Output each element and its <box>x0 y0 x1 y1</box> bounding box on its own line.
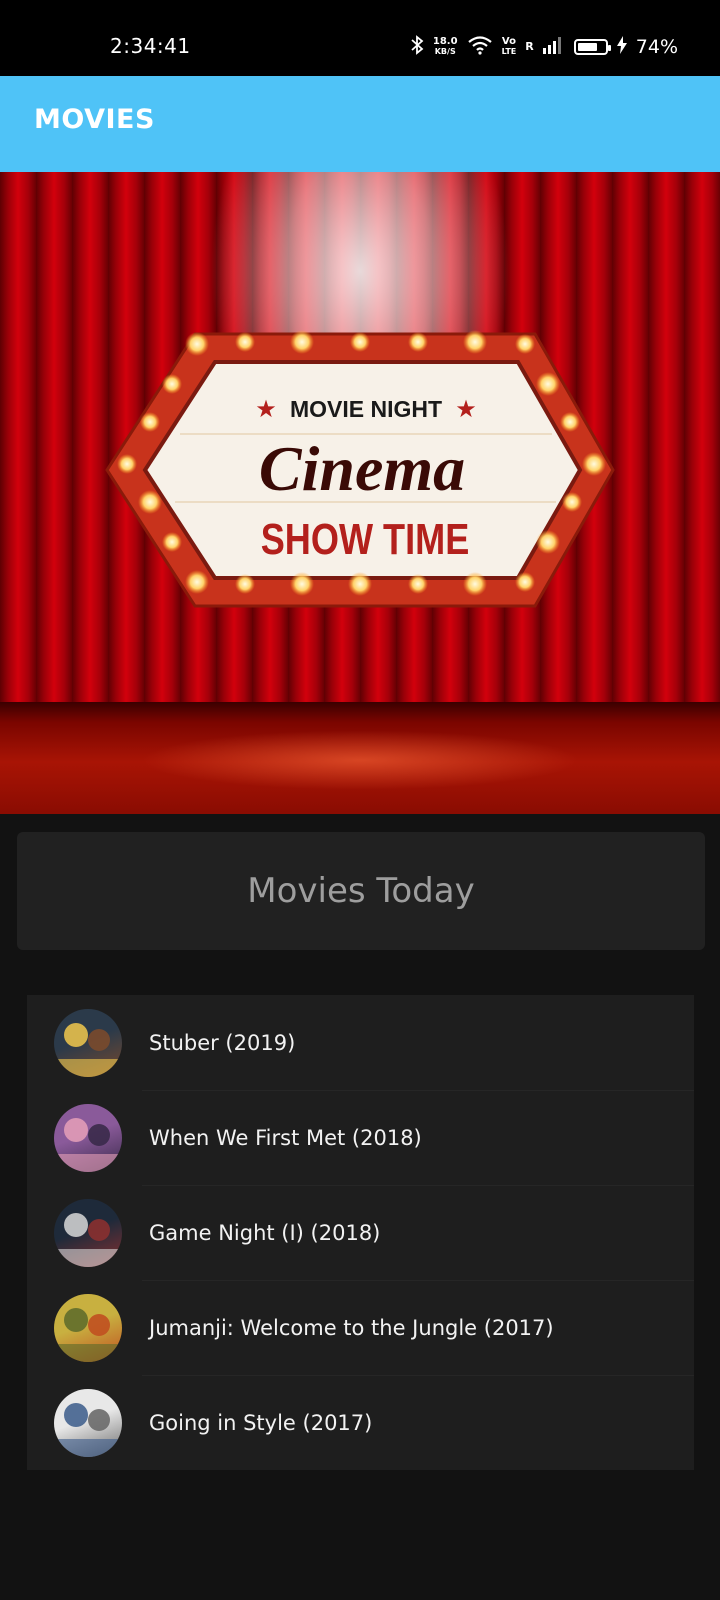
star-right-icon: ★ <box>455 395 477 423</box>
wifi-icon <box>467 35 493 59</box>
signal-icon <box>542 36 565 58</box>
movie-poster-avatar <box>54 1198 122 1267</box>
list-item[interactable]: Stuber (2019) <box>27 995 694 1090</box>
movie-poster-avatar <box>54 1388 122 1457</box>
hero-banner: ★ ★ MOVIE NIGHT Cinema SHOW TIME <box>0 172 720 814</box>
marquee-top-line: MOVIE NIGHT <box>290 396 442 422</box>
status-icons: 18.0 KB/S Vo LTE R 74% <box>410 34 678 60</box>
star-left-icon: ★ <box>255 395 277 423</box>
section-title: Movies Today <box>247 871 475 911</box>
charging-icon <box>616 36 627 58</box>
movie-poster-avatar <box>54 1293 122 1362</box>
marquee-sign: ★ ★ MOVIE NIGHT Cinema SHOW TIME <box>105 330 615 608</box>
volte-indicator: Vo LTE <box>501 36 517 57</box>
movie-title: Stuber (2019) <box>149 1030 296 1055</box>
battery-icon <box>573 39 611 55</box>
roaming-indicator: R <box>525 40 534 53</box>
bluetooth-icon <box>410 35 424 59</box>
marquee-bottom-line: SHOW TIME <box>261 516 470 564</box>
section-header-card: Movies Today <box>17 832 705 950</box>
movie-poster-avatar <box>54 1103 122 1172</box>
movie-poster-avatar <box>54 1008 122 1077</box>
movie-list: Stuber (2019) When We First Met (2018) G… <box>27 995 694 1470</box>
movie-title: Game Night (I) (2018) <box>149 1220 381 1245</box>
list-item[interactable]: Going in Style (2017) <box>27 1375 694 1470</box>
status-time: 2:34:41 <box>110 34 191 58</box>
movie-title: When We First Met (2018) <box>149 1125 422 1150</box>
marquee-main-word: Cinema <box>259 433 465 504</box>
movie-title: Jumanji: Welcome to the Jungle (2017) <box>149 1315 554 1340</box>
app-bar: MOVIES <box>0 76 720 172</box>
battery-percent: 74% <box>635 36 678 58</box>
status-bar: 2:34:41 18.0 KB/S Vo LTE R 74% <box>0 0 720 76</box>
app-title: MOVIES <box>34 104 155 135</box>
list-item[interactable]: Game Night (I) (2018) <box>27 1185 694 1280</box>
list-item[interactable]: Jumanji: Welcome to the Jungle (2017) <box>27 1280 694 1375</box>
movie-title: Going in Style (2017) <box>149 1410 373 1435</box>
list-item[interactable]: When We First Met (2018) <box>27 1090 694 1185</box>
network-speed: 18.0 KB/S <box>432 36 458 57</box>
